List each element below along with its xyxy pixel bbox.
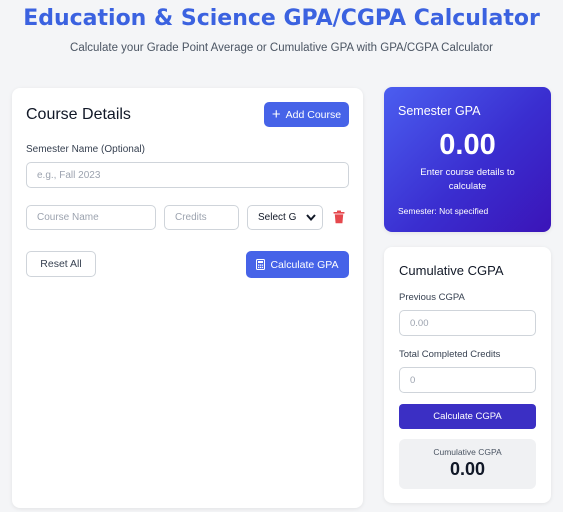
semester-gpa-card: Semester GPA 0.00 Enter course details t…	[384, 87, 551, 232]
semester-gpa-value: 0.00	[439, 129, 496, 161]
course-details-card: Course Details + Add Course Semester Nam…	[12, 88, 363, 508]
previous-cgpa-label: Previous CGPA	[399, 292, 465, 303]
total-credits-label: Total Completed Credits	[399, 349, 501, 360]
semester-name-placeholder: e.g., Fall 2023	[37, 169, 101, 181]
semester-gpa-message: Enter course details to calculate	[420, 167, 515, 192]
calculate-cgpa-button[interactable]: Calculate CGPA	[399, 404, 536, 429]
cgpa-result-label: Cumulative CGPA	[433, 447, 502, 457]
previous-cgpa-placeholder: 0.00	[410, 317, 429, 329]
trash-icon[interactable]	[333, 210, 345, 224]
page-subtitle: Calculate your Grade Point Average or Cu…	[70, 42, 493, 54]
semester-gpa-heading: Semester GPA	[398, 104, 481, 118]
page-title: Education & Science GPA/CGPA Calculator	[23, 6, 540, 31]
calculator-icon	[256, 259, 266, 270]
course-details-title: Course Details	[26, 106, 131, 123]
cgpa-result-box: Cumulative CGPA 0.00	[399, 439, 536, 489]
semester-name-input[interactable]: e.g., Fall 2023	[26, 162, 349, 188]
total-credits-input[interactable]: 0	[399, 367, 536, 393]
reset-all-button[interactable]: Reset All	[26, 251, 96, 277]
grade-select[interactable]: Select G	[247, 205, 323, 230]
add-course-button[interactable]: + Add Course	[264, 102, 349, 127]
calculate-gpa-button[interactable]: Calculate GPA	[246, 251, 349, 278]
course-name-input[interactable]: Course Name	[26, 205, 156, 230]
cumulative-cgpa-card: Cumulative CGPA Previous CGPA 0.00 Total…	[384, 247, 551, 503]
plus-icon: +	[271, 106, 281, 123]
chevron-down-icon	[306, 213, 316, 223]
cgpa-result-value: 0.00	[449, 459, 486, 479]
previous-cgpa-input[interactable]: 0.00	[399, 310, 536, 336]
total-credits-placeholder: 0	[410, 374, 416, 386]
course-name-placeholder: Course Name	[37, 212, 99, 223]
grade-select-value: Select G	[258, 212, 297, 223]
cumulative-cgpa-heading: Cumulative CGPA	[399, 263, 504, 278]
credits-input[interactable]: Credits	[164, 205, 239, 230]
add-course-label: Add Course	[285, 108, 342, 121]
credits-placeholder: Credits	[175, 212, 207, 223]
semester-name-label: Semester Name (Optional)	[26, 144, 145, 155]
semester-name-display: Semester: Not specified	[398, 206, 489, 216]
calculate-gpa-label: Calculate GPA	[270, 258, 339, 271]
